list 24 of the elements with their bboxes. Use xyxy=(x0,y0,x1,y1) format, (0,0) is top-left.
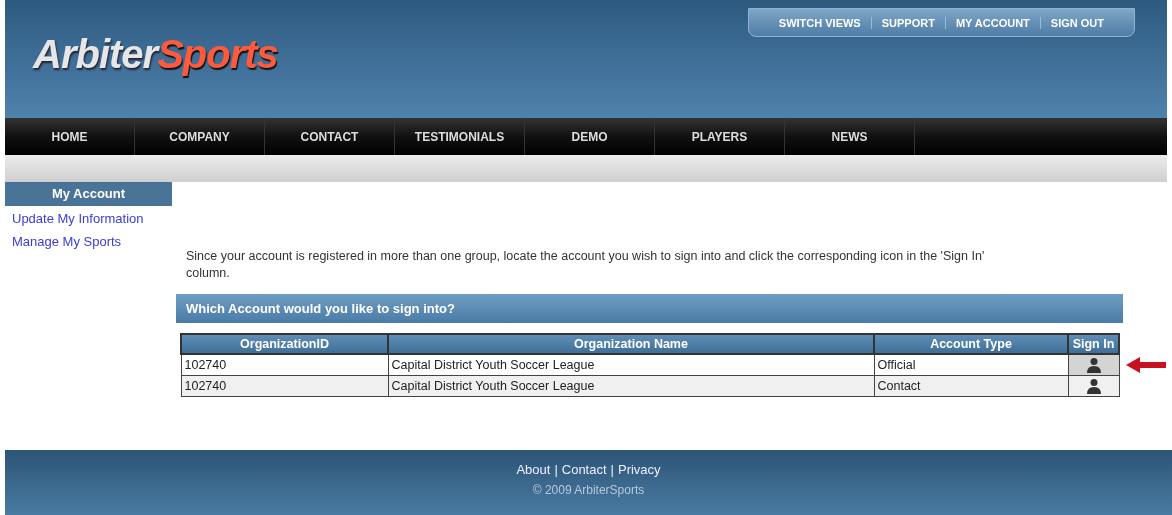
column-header: OrganizationID xyxy=(181,334,388,354)
intro-text: Since your account is registered in more than one group, locate the account you wish to sign into and click the corresponding icon in the 'Sign In' column. xyxy=(185,248,986,282)
person-icon[interactable] xyxy=(1085,357,1102,373)
column-header: Organization Name xyxy=(388,334,874,354)
table-cell: Capital District Youth Soccer League xyxy=(388,375,874,397)
sidebar-title: My Account xyxy=(5,182,172,206)
table-cell: Official xyxy=(874,354,1068,376)
table-cell: Capital District Youth Soccer League xyxy=(388,354,874,376)
column-header: Sign In xyxy=(1068,334,1119,354)
person-icon[interactable] xyxy=(1085,378,1102,394)
copyright-text: © 2009 ArbiterSports xyxy=(532,483,645,497)
table-cell: 102740 xyxy=(181,354,388,376)
table-cell: 102740 xyxy=(181,375,388,397)
footer-link[interactable]: Contact xyxy=(561,462,607,477)
sidebar-link[interactable]: Update My Information xyxy=(5,208,172,229)
site-logo[interactable]: ArbiterSports xyxy=(33,31,278,77)
column-header: Account Type xyxy=(874,334,1068,354)
sidebar-link[interactable]: Manage My Sports xyxy=(5,231,172,252)
footer-link[interactable]: Privacy xyxy=(617,462,661,477)
panel-title: Which Account would you like to sign into? xyxy=(176,294,1123,323)
separator: | xyxy=(610,462,614,477)
footer-link[interactable]: About xyxy=(516,462,551,477)
separator: | xyxy=(554,462,558,477)
arrow-icon xyxy=(1125,356,1166,373)
